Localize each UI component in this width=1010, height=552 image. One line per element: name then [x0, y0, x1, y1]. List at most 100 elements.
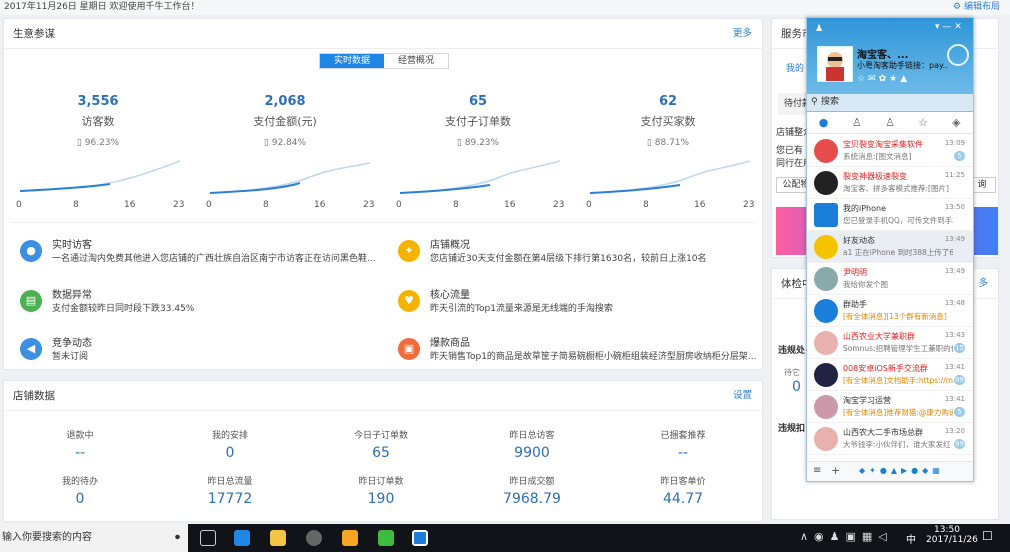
- stat-my-todo[interactable]: 我的待办 0: [7, 474, 153, 507]
- tab-contacts-icon[interactable]: ♙: [840, 112, 873, 133]
- avatar[interactable]: [817, 46, 853, 82]
- file-explorer-icon[interactable]: [270, 530, 286, 546]
- unread-badge: 5: [954, 407, 965, 417]
- mic-icon[interactable]: ⏺: [175, 524, 180, 552]
- qq-row[interactable]: 宝贝裂变淘宝采集软件 系统消息:[图文消息] 13:09 5: [807, 135, 973, 167]
- feed-competition[interactable]: ◀ 竞争动态 暂未订阅: [20, 332, 380, 374]
- qq-row[interactable]: 山西农业大学兼职群 Somnus:招聘管理学生工兼职的代 13:43 15: [807, 327, 973, 359]
- taskbar-search-input[interactable]: 输入你要搜索的内容 ⏺: [0, 524, 188, 552]
- more-link[interactable]: 更多: [733, 19, 752, 49]
- tab-overview[interactable]: 经营概况: [384, 54, 448, 68]
- stat-label: 昨日总访客: [509, 431, 555, 441]
- stat-yesterday-orders[interactable]: 昨日订单数 190: [308, 474, 454, 507]
- app-icon[interactable]: [306, 530, 322, 546]
- row-name: 008安卓iOS新手交流群: [843, 364, 928, 373]
- app-icon[interactable]: [342, 530, 358, 546]
- ime-indicator[interactable]: 中: [906, 531, 916, 546]
- qq-row[interactable]: 我的iPhone 您已登录手机QQ，可传文件到手机 13:50: [807, 199, 973, 231]
- app-icon[interactable]: [378, 530, 394, 546]
- feed-realtime-visitors[interactable]: ● 实时访客 一名通过淘内免费其他进入您店铺的广西壮族自治区南宁市访客正在访问黑色鞋…: [20, 234, 380, 276]
- tab-messages-icon[interactable]: ●: [807, 112, 840, 133]
- data-tabs: 实时数据 经营概况: [319, 53, 449, 69]
- feed-shop-overview[interactable]: ✦ 店铺概况 您店铺近30天支付金额在第4层级下排行第1630名，较前日上涨10名: [398, 234, 758, 276]
- feed-title: 数据异常: [52, 290, 92, 301]
- search-icon: ⚲: [811, 97, 818, 107]
- feed-core-traffic[interactable]: ♥ 核心流量 昨天引流的Top1流量来源是无线端的手淘搜索: [398, 284, 758, 326]
- metric-label: 支付买家数: [640, 115, 696, 128]
- desc-line: 您已有: [776, 146, 804, 156]
- menu-icon[interactable]: ≡: [813, 465, 821, 476]
- metric-buyers[interactable]: 62 支付买家数 ▯ 88.71%: [575, 94, 761, 148]
- tray-icons[interactable]: ∧◉♟▣▦◁: [800, 530, 893, 543]
- qq-row[interactable]: 淘宝学习运营 [有全体消息]推荐财猫:@康力购诵 13:41 5: [807, 391, 973, 423]
- qq-search-input[interactable]: ⚲ 搜索: [807, 94, 973, 111]
- row-time: 13:48: [944, 299, 965, 307]
- qq-signature[interactable]: 小粤淘客助手链接：pay...: [857, 60, 947, 71]
- stat-yesterday-visitors[interactable]: 昨日总访客 9900: [459, 428, 605, 461]
- row-time: 13:41: [944, 363, 965, 371]
- tab-favorites-icon[interactable]: ☆: [907, 112, 940, 133]
- panel-title: 店铺数据: [13, 390, 55, 402]
- feed-title: 核心流量: [430, 290, 470, 301]
- metric-suborders[interactable]: 65 支付子订单数 ▯ 89.23%: [385, 94, 571, 148]
- qq-app-icons[interactable]: ☆✉✿★▲: [857, 74, 910, 84]
- qianniu-icon[interactable]: [412, 530, 428, 546]
- qq-tabs: ● ♙ ♙ ☆ ◈: [807, 112, 973, 134]
- tab-realtime[interactable]: 实时数据: [320, 54, 384, 68]
- top-bar: 2017年11月26日 星期日 欢迎使用千牛工作台！ ⚙ 编辑布局: [0, 0, 1010, 15]
- task-view-icon[interactable]: [200, 530, 216, 546]
- feed-desc: 您店铺近30天支付金额在第4层级下排行第1630名，较前日上涨10名: [430, 254, 707, 264]
- settings-link[interactable]: 设置: [733, 381, 752, 411]
- stat-yesterday-avg-price[interactable]: 昨日客单价 44.77: [610, 474, 756, 507]
- metric-visitors[interactable]: 3,556 访客数 ▯ 96.23%: [5, 94, 191, 148]
- qq-logo-icon: ♟: [815, 24, 824, 34]
- qq-row[interactable]: 裂变神器极速裂变 淘宝客、拼多客模式推荐:[图片] 11:25: [807, 167, 973, 199]
- stat-my-schedule[interactable]: 我的安排 0: [157, 428, 303, 461]
- row-time: 13:43: [944, 331, 965, 339]
- stat-label: 昨日客单价: [660, 477, 706, 487]
- qq-window[interactable]: 淘宝客、... 小粤淘客助手链接：pay... ☆✉✿★▲ ♟ ▾ — ✕ ⚲ 搜…: [806, 17, 974, 482]
- tab-apps-icon[interactable]: ◈: [940, 112, 973, 133]
- clock[interactable]: 13:50 2017/11/26: [926, 525, 978, 545]
- more-link[interactable]: 多: [978, 269, 988, 299]
- feed-title: 爆款商品: [430, 338, 470, 349]
- feed-title: 实时访客: [52, 240, 92, 251]
- mic-icon: ●: [20, 240, 42, 262]
- qq-row[interactable]: 群助手 [有全体消息][13个群有新消息] 13:48: [807, 295, 973, 327]
- row-name: 我的iPhone: [843, 204, 887, 213]
- stat-value: 0: [75, 491, 85, 507]
- row-message: [有全体消息][13个群有新消息]: [843, 312, 947, 321]
- feed-data-anomaly[interactable]: ▤ 数据异常 支付金额较昨日同时段下跌33.45%: [20, 284, 380, 326]
- window-controls[interactable]: ▾ — ✕: [935, 22, 962, 32]
- row-message: [有全体消息]推荐财猫:@康力购诵: [843, 408, 953, 417]
- notification-icon[interactable]: ☐: [982, 529, 993, 543]
- qq-row[interactable]: 尹明明 我给你发个图 13:49: [807, 263, 973, 295]
- row-name: 好友动态: [843, 236, 875, 245]
- stat-today-suborders[interactable]: 今日子订单数 65: [308, 428, 454, 461]
- qq-row[interactable]: 好友动态 a1 正在iPhone 到时388上传了6张照 13:49: [807, 231, 973, 263]
- edit-layout-link[interactable]: ⚙ 编辑布局: [953, 0, 1000, 14]
- row-time: 11:25: [944, 171, 965, 179]
- app-shortcut-icons[interactable]: ◆✦●▲▶●◆▦: [859, 466, 944, 475]
- stat-label: 我的安排: [211, 431, 248, 441]
- qq-row[interactable]: 008安卓iOS新手交流群 [有全体消息]文档助手:https://m. 13:41…: [807, 359, 973, 391]
- edge-icon[interactable]: [234, 530, 250, 546]
- row-message: Somnus:招聘管理学生工兼职的代: [843, 344, 953, 353]
- sparkline-payment: [210, 162, 370, 194]
- metric-value: 65: [468, 94, 488, 109]
- stat-value: 44.77: [662, 491, 704, 507]
- stat-yesterday-sales[interactable]: 昨日成交额 7968.79: [459, 474, 605, 507]
- stat-value: 17772: [207, 491, 253, 507]
- feed-desc: 支付金额较昨日同时段下跌33.45%: [52, 304, 195, 314]
- stat-yesterday-traffic[interactable]: 昨日总流量 17772: [157, 474, 303, 507]
- stat-bundle[interactable]: 已捆套推荐 --: [610, 428, 756, 461]
- avatar: [814, 267, 838, 291]
- tab-groups-icon[interactable]: ♙: [873, 112, 906, 133]
- row-message: 您已登录手机QQ，可传文件到手机: [843, 216, 953, 225]
- qq-row[interactable]: 山西农大二手市场总群 大爷钱李:小伙伴们，谁大家发红 13:20 99: [807, 423, 973, 455]
- tab-my[interactable]: 我的: [786, 61, 804, 74]
- feed-hot-products[interactable]: ▣ 爆款商品 昨天销售Top1的商品是故草筐子简易碗橱柜小碗柜组装经济型厨房收纳柜分…: [398, 332, 758, 374]
- stat-refunding[interactable]: 退款中 --: [7, 428, 153, 461]
- metric-payment[interactable]: 2,068 支付金额(元) ▯ 92.84%: [192, 94, 378, 148]
- add-icon[interactable]: +: [831, 464, 840, 477]
